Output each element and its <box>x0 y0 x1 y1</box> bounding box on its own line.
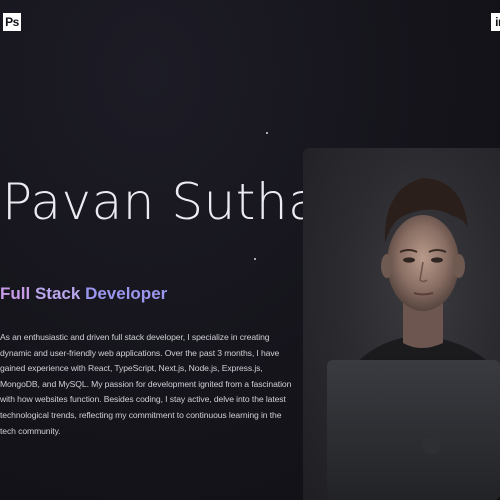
role-word-developer: Developer <box>85 284 168 303</box>
star-decoration <box>254 258 256 260</box>
hero-bio: As an enthusiastic and driven full stack… <box>0 332 292 436</box>
portfolio-page: Ps in Pavan Suthar Full Stack Developer … <box>0 0 500 500</box>
role-word-stack: Stack <box>34 284 81 303</box>
hero-role: Full Stack Developer <box>0 284 167 304</box>
profile-photo <box>303 148 500 500</box>
role-word-full: Full <box>0 284 31 303</box>
linkedin-logo-icon[interactable]: in <box>491 13 500 31</box>
photoshop-logo-icon[interactable]: Ps <box>3 13 21 31</box>
star-decoration <box>266 132 268 134</box>
hero-name: Pavan Suthar <box>2 173 341 231</box>
